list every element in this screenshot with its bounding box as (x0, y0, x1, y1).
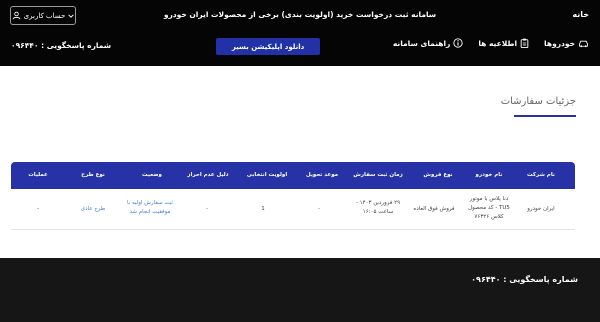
nav-notices[interactable]: اطلاعیه ها (478, 38, 529, 48)
header-actions: عملیات (28, 172, 48, 178)
car-icon (578, 39, 589, 48)
row-divider (11, 229, 575, 230)
header-status: وضعیت (142, 172, 162, 178)
order-time-line: ساعت ۱۶:۰۵ (362, 209, 394, 215)
user-icon (12, 11, 21, 20)
download-app-button[interactable]: دانلود اپلیکیشن بسیر (216, 38, 320, 55)
cell-sale-type: فروش فوق العاده (413, 206, 455, 212)
footer-support-phone: شماره پاسخگویی : ۰۹۶۴۴۰ (471, 275, 578, 284)
nav-guide[interactable]: راهنمای سامانه (393, 38, 464, 48)
order-time-line: ۲۹ فروردین ۱۴۰۳ - (355, 200, 401, 206)
cell-priority: 1 (261, 206, 265, 212)
info-icon (453, 38, 463, 48)
car-name-line: دنا پلاس با موتور (469, 196, 509, 202)
title-underline (514, 115, 576, 117)
top-navbar: خانه سامانه ثبت درخواست خرید (اولویت بند… (0, 0, 600, 66)
header-plan-type: نوع طرح (81, 172, 105, 178)
clipboard-icon (520, 38, 529, 48)
header-delivery: موعد تحویل (305, 172, 339, 178)
cell-actions: - (37, 206, 39, 212)
nav-cars[interactable]: خودروها (544, 39, 589, 48)
page-title: جزئیات سفارشات (500, 96, 576, 107)
support-phone: شماره پاسخگویی : ۰۹۶۴۴۰ (11, 41, 112, 50)
cell-reason: - (206, 206, 208, 212)
cell-order-time: ۲۹ فروردین ۱۴۰۳ - ساعت ۱۶:۰۵ (346, 199, 410, 217)
header-reason: دلیل عدم احراز (187, 172, 229, 178)
account-button[interactable]: حساب کاربری (10, 6, 76, 25)
status-line: ثبت سفارش اولیه با (127, 200, 173, 206)
account-label: حساب کاربری (23, 11, 66, 20)
cell-delivery: - (318, 206, 320, 212)
car-name-line: کلاس ۷۶۳۲۶ (474, 214, 504, 220)
cell-status[interactable]: ثبت سفارش اولیه با موفقیت انجام شد (118, 199, 182, 217)
chevron-down-icon (68, 13, 75, 19)
status-line: موفقیت انجام شد (129, 209, 171, 215)
site-title: سامانه ثبت درخواست خرید (اولویت بندی) بر… (163, 10, 437, 19)
main-nav: خودروها اطلاعیه ها راهنمای سامانه (393, 38, 589, 48)
header-car-name: نام خودرو (475, 172, 503, 178)
header-order-time: زمان ثبت سفارش (353, 172, 403, 178)
header-priority: اولویت انتخابی (246, 172, 288, 178)
header-company: نام شرکت (527, 172, 555, 178)
table-header: نام شرکت نام خودرو نوع فروش زمان ثبت سفا… (11, 162, 575, 189)
car-name-line: TU5 - کد محصول (468, 205, 510, 211)
footer: شماره پاسخگویی : ۰۹۶۴۴۰ (0, 258, 600, 322)
header-sale-type: نوع فروش (423, 172, 453, 178)
nav-cars-label: خودروها (544, 38, 575, 48)
cell-plan-type[interactable]: طرح عادی (61, 205, 125, 214)
nav-notices-label: اطلاعیه ها (478, 38, 518, 48)
cell-car-name: دنا پلاس با موتور TU5 - کد محصول کلاس ۷۶… (457, 195, 521, 222)
nav-guide-label: راهنمای سامانه (392, 38, 451, 48)
